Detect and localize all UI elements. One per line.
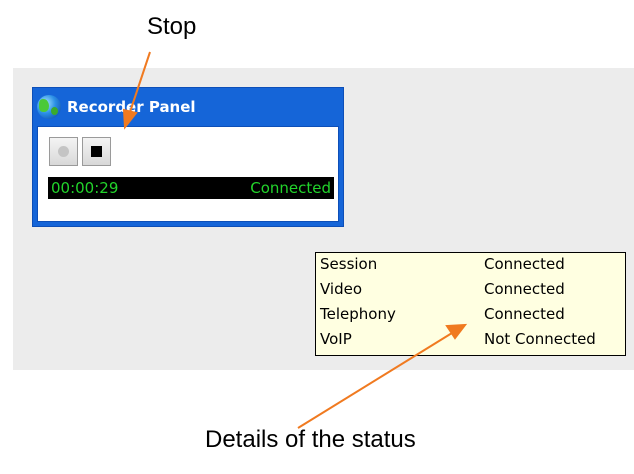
details-arrowhead [445, 323, 468, 340]
annotation-arrows [122, 51, 468, 429]
details-arrow [297, 332, 453, 429]
stop-arrow [129, 51, 151, 113]
stop-arrowhead [122, 108, 138, 130]
details-annotation-label: Details of the status [205, 426, 416, 453]
